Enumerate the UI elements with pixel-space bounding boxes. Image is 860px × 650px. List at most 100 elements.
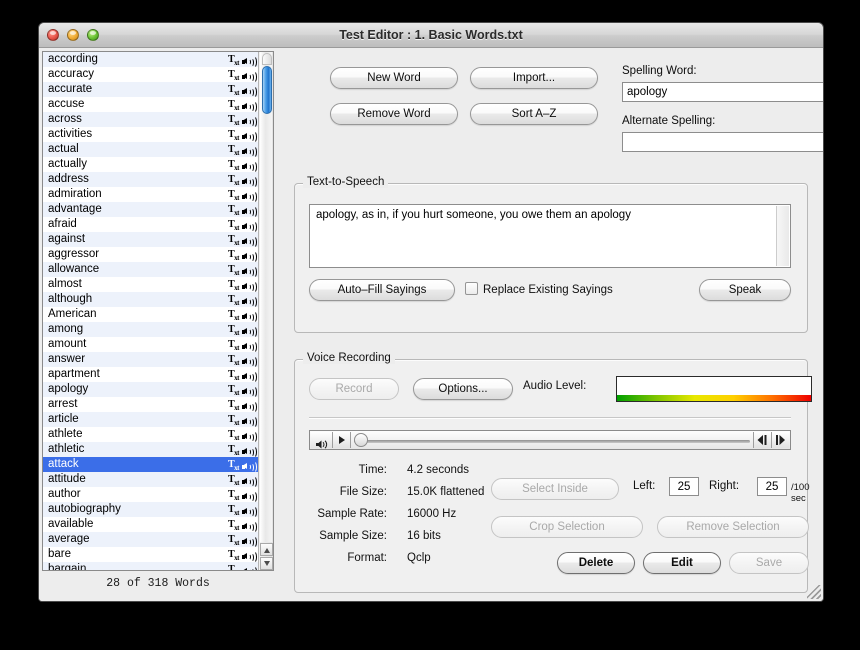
word-list-item[interactable]: attack Txt [43, 457, 259, 473]
speaker-icon[interactable] [242, 86, 257, 98]
word-list-item[interactable]: accuse Txt [43, 97, 259, 113]
speaker-icon[interactable] [242, 491, 257, 503]
scrollbar-thumb[interactable] [262, 66, 272, 114]
word-list-item[interactable]: accurate Txt [43, 82, 259, 98]
word-list-item[interactable]: available Txt [43, 517, 259, 533]
word-list-item[interactable]: arrest Txt [43, 397, 259, 413]
sort-az-button[interactable]: Sort A–Z [470, 103, 598, 125]
word-list-item[interactable]: apology Txt [43, 382, 259, 398]
crop-selection-button[interactable]: Crop Selection [491, 516, 643, 538]
word-list-item[interactable]: article Txt [43, 412, 259, 428]
speaker-icon[interactable] [242, 371, 257, 383]
word-list-item[interactable]: answer Txt [43, 352, 259, 368]
word-list-item[interactable]: autobiography Txt [43, 502, 259, 518]
word-list-item[interactable]: attitude Txt [43, 472, 259, 488]
speaker-icon[interactable] [242, 356, 257, 368]
playback-thumb[interactable] [354, 433, 368, 447]
speaker-icon[interactable] [242, 326, 257, 338]
word-list-item[interactable]: American Txt [43, 307, 259, 323]
left-trim-input[interactable]: 25 [669, 477, 699, 496]
speaker-icon[interactable] [242, 386, 257, 398]
title-bar[interactable]: Test Editor : 1. Basic Words.txt [39, 23, 823, 48]
speaker-icon[interactable] [242, 101, 257, 113]
speak-button[interactable]: Speak [699, 279, 791, 301]
word-list-scrollbar[interactable] [258, 52, 273, 570]
speaker-icon[interactable] [242, 236, 257, 248]
word-list-item[interactable]: among Txt [43, 322, 259, 338]
speaker-icon[interactable] [242, 56, 257, 68]
speaker-icon[interactable] [242, 116, 257, 128]
step-forward-button[interactable] [771, 432, 789, 448]
scroll-up-arrow-icon[interactable] [260, 543, 273, 556]
word-list-item[interactable]: aggressor Txt [43, 247, 259, 263]
word-list-item[interactable]: allowance Txt [43, 262, 259, 278]
alternate-spelling-input[interactable] [622, 132, 823, 152]
speaker-icon[interactable] [242, 251, 257, 263]
word-list-item[interactable]: average Txt [43, 532, 259, 548]
speaker-icon[interactable] [242, 566, 257, 570]
speaker-icon[interactable] [242, 191, 257, 203]
speaker-icon[interactable] [242, 311, 257, 323]
word-list-item[interactable]: actually Txt [43, 157, 259, 173]
remove-selection-button[interactable]: Remove Selection [657, 516, 809, 538]
record-button[interactable]: Record [309, 378, 399, 400]
resize-grip[interactable] [807, 585, 821, 599]
word-list-item[interactable]: advantage Txt [43, 202, 259, 218]
word-list-item[interactable]: amount Txt [43, 337, 259, 353]
speaker-icon[interactable] [242, 551, 257, 563]
speaker-icon[interactable] [242, 431, 257, 443]
edit-button[interactable]: Edit [643, 552, 721, 574]
speaker-icon[interactable] [242, 521, 257, 533]
word-list-item[interactable]: athletic Txt [43, 442, 259, 458]
sayings-textarea[interactable]: apology, as in, if you hurt someone, you… [309, 204, 791, 268]
new-word-button[interactable]: New Word [330, 67, 458, 89]
word-list-item[interactable]: against Txt [43, 232, 259, 248]
select-inside-button[interactable]: Select Inside [491, 478, 619, 500]
word-list-item[interactable]: actual Txt [43, 142, 259, 158]
speaker-icon[interactable] [242, 296, 257, 308]
word-list-item[interactable]: accuracy Txt [43, 67, 259, 83]
word-list-item[interactable]: bargain Txt [43, 562, 259, 570]
remove-word-button[interactable]: Remove Word [330, 103, 458, 125]
speaker-icon[interactable] [242, 221, 257, 233]
scrollbar-track[interactable] [260, 52, 272, 542]
speaker-icon[interactable] [242, 461, 257, 473]
speaker-icon[interactable] [242, 536, 257, 548]
word-list-item[interactable]: admiration Txt [43, 187, 259, 203]
right-trim-input[interactable]: 25 [757, 477, 787, 496]
step-back-button[interactable] [753, 432, 771, 448]
import-button[interactable]: Import... [470, 67, 598, 89]
replace-existing-sayings-row[interactable]: Replace Existing Sayings [465, 280, 613, 300]
speaker-icon[interactable] [242, 161, 257, 173]
speaker-icon[interactable] [242, 146, 257, 158]
speaker-icon[interactable] [242, 206, 257, 218]
auto-fill-sayings-button[interactable]: Auto–Fill Sayings [309, 279, 455, 301]
speaker-icon[interactable] [242, 506, 257, 518]
volume-speaker-icon[interactable] [311, 432, 333, 449]
text-icon[interactable]: Txt [228, 562, 240, 570]
play-button[interactable] [333, 432, 351, 448]
word-list-item[interactable]: according Txt [43, 52, 259, 68]
word-list-item[interactable]: athlete Txt [43, 427, 259, 443]
playback-transport[interactable] [309, 430, 791, 450]
speaker-icon[interactable] [242, 341, 257, 353]
speaker-icon[interactable] [242, 71, 257, 83]
speaker-icon[interactable] [242, 476, 257, 488]
word-list-item[interactable]: activities Txt [43, 127, 259, 143]
word-list-item[interactable]: afraid Txt [43, 217, 259, 233]
speaker-icon[interactable] [242, 401, 257, 413]
save-button[interactable]: Save [729, 552, 809, 574]
speaker-icon[interactable] [242, 266, 257, 278]
word-list-item[interactable]: author Txt [43, 487, 259, 503]
speaker-icon[interactable] [242, 176, 257, 188]
sayings-scrollbar[interactable] [776, 206, 789, 266]
word-list-item[interactable]: across Txt [43, 112, 259, 128]
speaker-icon[interactable] [242, 131, 257, 143]
speaker-icon[interactable] [242, 446, 257, 458]
options-button[interactable]: Options... [413, 378, 513, 400]
word-list-item[interactable]: address Txt [43, 172, 259, 188]
spelling-word-input[interactable]: apology [622, 82, 823, 102]
scroll-down-arrow-icon[interactable] [260, 557, 273, 570]
word-list-item[interactable]: apartment Txt [43, 367, 259, 383]
replace-existing-checkbox[interactable] [465, 282, 478, 295]
